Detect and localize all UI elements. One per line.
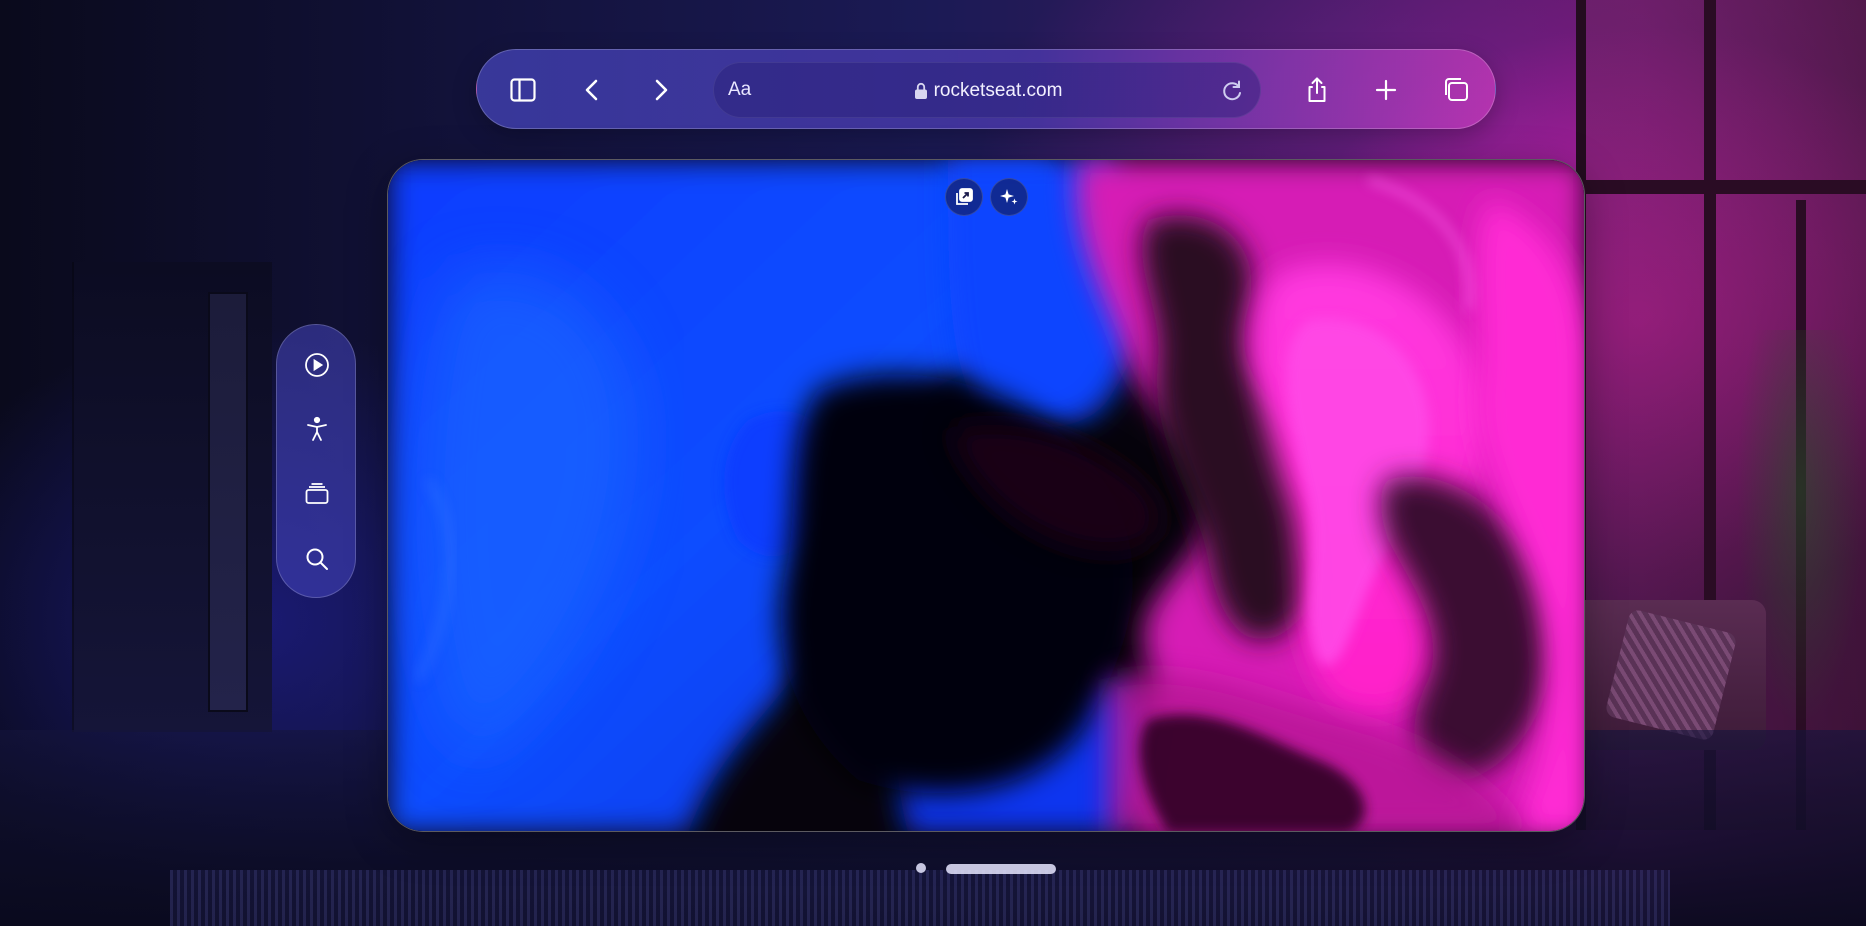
window-grabber-bar[interactable] bbox=[946, 864, 1056, 874]
new-tab-button[interactable] bbox=[1362, 66, 1410, 114]
address-bar[interactable]: Aa rocketseat.com bbox=[713, 62, 1261, 118]
fluid-artwork-image bbox=[388, 160, 1584, 831]
lock-icon bbox=[914, 82, 927, 99]
web-content-view[interactable] bbox=[387, 159, 1585, 832]
reload-button[interactable] bbox=[1214, 73, 1250, 109]
side-ornament bbox=[276, 324, 356, 598]
url-field[interactable]: rocketseat.com bbox=[714, 63, 1262, 119]
tab-overview-button[interactable] bbox=[1432, 66, 1480, 114]
stack-icon bbox=[305, 483, 329, 504]
sidebar-icon bbox=[510, 78, 536, 102]
window-close-dot[interactable] bbox=[916, 863, 926, 873]
plus-icon bbox=[1375, 79, 1397, 101]
sidebar-button[interactable] bbox=[499, 66, 547, 114]
play-button[interactable] bbox=[293, 341, 341, 389]
tab-groups-button[interactable] bbox=[293, 470, 341, 518]
tab-overview-icon bbox=[1445, 78, 1468, 101]
share-button[interactable] bbox=[1293, 66, 1341, 114]
picture-in-picture-button[interactable] bbox=[945, 178, 983, 216]
background-window-frame bbox=[1576, 180, 1866, 194]
search-icon bbox=[306, 548, 328, 570]
chevron-right-icon bbox=[655, 79, 668, 101]
picture-in-picture-icon bbox=[956, 188, 973, 205]
chevron-left-icon bbox=[585, 79, 598, 101]
background-rug bbox=[170, 870, 1670, 926]
back-button[interactable] bbox=[568, 66, 616, 114]
accessibility-icon bbox=[307, 416, 327, 441]
sparkles-button[interactable] bbox=[990, 178, 1028, 216]
reload-icon bbox=[1223, 80, 1241, 101]
accessibility-button[interactable] bbox=[293, 405, 341, 453]
search-button[interactable] bbox=[293, 535, 341, 583]
background-door-glass bbox=[208, 292, 248, 712]
forward-button[interactable] bbox=[637, 66, 685, 114]
sparkles-icon bbox=[1000, 189, 1018, 205]
url-text: rocketseat.com bbox=[933, 80, 1063, 101]
share-icon bbox=[1308, 77, 1326, 102]
play-circle-icon bbox=[305, 353, 329, 377]
browser-toolbar: Aa rocketseat.com bbox=[476, 49, 1496, 129]
